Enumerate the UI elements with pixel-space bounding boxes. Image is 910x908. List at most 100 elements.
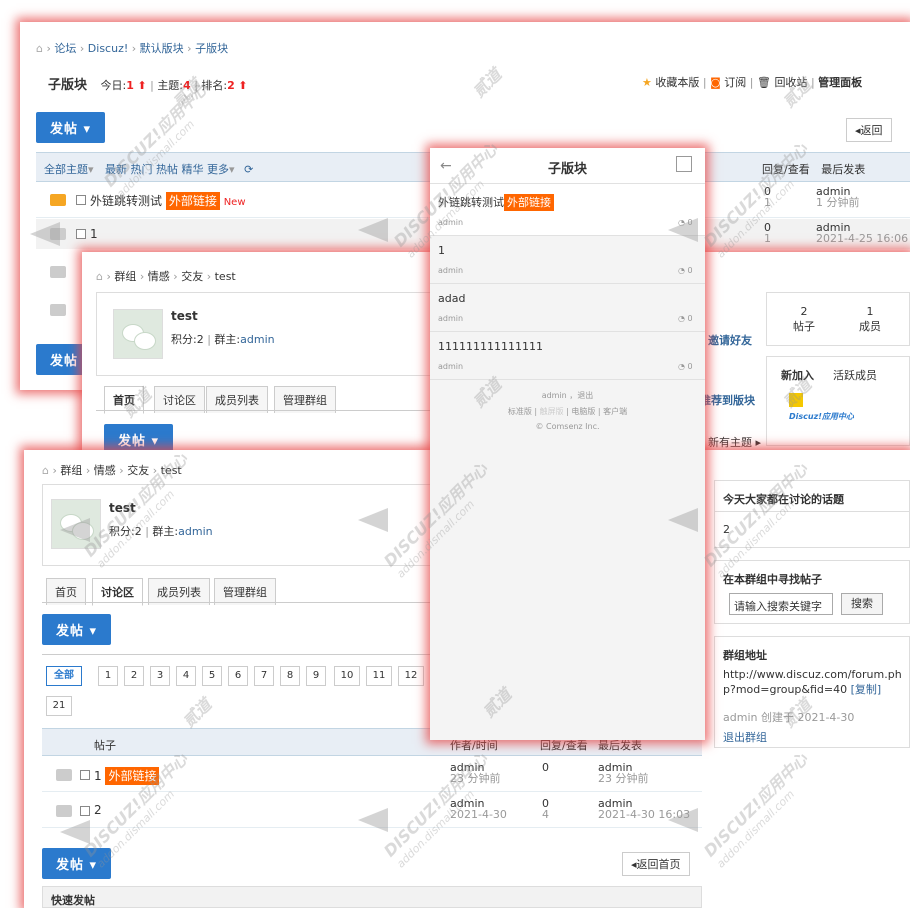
breadcrumb-item[interactable]: 默认版块	[140, 42, 184, 55]
invite-friends[interactable]: 邀请好友	[708, 332, 752, 348]
breadcrumb-item[interactable]: test	[215, 270, 236, 283]
recommend-board[interactable]: 推荐到版块	[700, 392, 755, 408]
page-number[interactable]: 5	[202, 666, 222, 686]
filter-hottest[interactable]: 热帖	[156, 163, 178, 176]
footer-username[interactable]: admin	[542, 391, 567, 400]
search-button[interactable]: 搜索	[841, 593, 883, 615]
logout-link[interactable]: 退出	[577, 391, 593, 400]
page-number[interactable]: 3	[150, 666, 170, 686]
footer-link-pc[interactable]: 电脑版	[571, 407, 595, 416]
thread-checkbox[interactable]	[80, 770, 90, 780]
filter-hot[interactable]: 热门	[131, 163, 153, 176]
page-number[interactable]: 1	[98, 666, 118, 686]
external-link-tag: 外部链接	[504, 194, 554, 211]
hot-topics-title: 今天大家都在讨论的话题	[723, 493, 844, 506]
breadcrumb-item[interactable]: test	[161, 464, 182, 477]
breadcrumb-item[interactable]: 交友	[127, 464, 149, 477]
page-number[interactable]: 7	[254, 666, 274, 686]
post-button-bottom[interactable]: 发帖 ▾	[42, 848, 112, 879]
thread-title[interactable]: 1	[90, 227, 98, 241]
thread-title[interactable]: 外链跳转测试	[90, 194, 162, 208]
filter-digest[interactable]: 精华	[182, 163, 204, 176]
thread-title-wrap: 外链跳转测试 外部链接 New	[90, 192, 246, 210]
owner-link[interactable]: admin	[178, 525, 212, 538]
group-meta: 积分:2 | 群主:admin	[171, 333, 275, 346]
post-button[interactable]: 发帖 ▾	[36, 112, 106, 143]
page-number[interactable]: 9	[306, 666, 326, 686]
thread-checkbox[interactable]	[76, 229, 86, 239]
copy-link[interactable]: [复制]	[851, 683, 882, 696]
owner-link[interactable]: admin	[240, 333, 274, 346]
breadcrumb-item[interactable]: 群组	[114, 270, 136, 283]
post-time: 23 分钟前	[450, 772, 501, 785]
footer-link-client[interactable]: 客户端	[603, 407, 627, 416]
back-home-button[interactable]: ◂返回首页	[622, 852, 690, 876]
list-item[interactable]: adad admin ◔ 0	[430, 284, 705, 332]
subscribe-link[interactable]: 订阅	[724, 76, 746, 89]
stat-posts-value: 2	[800, 305, 808, 318]
refresh-icon[interactable]: ⟳	[244, 163, 253, 176]
folder-icon	[56, 805, 72, 817]
breadcrumb-item[interactable]: Discuz!	[88, 42, 128, 55]
post-button-label: 发帖	[56, 858, 85, 873]
page-all[interactable]: 全部	[46, 666, 82, 686]
page-number[interactable]: 11	[366, 666, 392, 686]
member-avatar[interactable]	[789, 393, 803, 407]
manage-panel-link[interactable]: 管理面板	[818, 76, 862, 89]
item-title: adad	[438, 292, 466, 305]
filter-more[interactable]: 更多	[207, 163, 229, 176]
breadcrumb-item[interactable]: 群组	[60, 464, 82, 477]
list-item[interactable]: 外链跳转测试 外部链接 admin ◔ 0	[430, 184, 705, 236]
new-topic-link[interactable]: 新有主题 ▸	[708, 434, 761, 450]
footer-link-standard[interactable]: 标准版	[508, 407, 532, 416]
thread-title[interactable]: 2	[94, 803, 102, 817]
active-members-tab[interactable]: 活跃成员	[833, 367, 877, 383]
tab-home[interactable]: 首页	[46, 578, 86, 605]
filter-all[interactable]: 全部主题	[44, 163, 88, 176]
list-item[interactable]: 111111111111111 admin ◔ 0	[430, 332, 705, 380]
stat-members: 1 成员	[859, 305, 881, 334]
filter-latest[interactable]: 最新	[105, 163, 127, 176]
thread-checkbox[interactable]	[80, 806, 90, 816]
group-search-box: 在本群组中寻找帖子 请输入搜索关键字 搜索	[714, 560, 910, 624]
page-number[interactable]: 2	[124, 666, 144, 686]
new-join-tab[interactable]: 新加入	[781, 367, 814, 383]
home-icon[interactable]: ⌂	[96, 270, 103, 283]
back-button[interactable]: ◂返回	[846, 118, 892, 142]
tab-discussion[interactable]: 讨论区	[154, 386, 205, 413]
filter-links: 全部主题▾ 最新 热门 热帖 精华 更多▾ ⟳	[44, 163, 254, 176]
breadcrumb-item[interactable]: 情感	[148, 270, 170, 283]
tab-manage[interactable]: 管理群组	[274, 386, 336, 413]
column-headers: 回复/查看 最后发表	[762, 161, 865, 177]
item-replies: ◔ 0	[678, 266, 693, 275]
quit-group-link[interactable]: 退出群组	[723, 729, 767, 745]
home-icon[interactable]: ⌂	[36, 42, 43, 55]
footer-link-touch[interactable]: 触屏版	[540, 407, 564, 416]
post-button[interactable]: 发帖 ▾	[42, 614, 112, 645]
breadcrumb-item[interactable]: 情感	[94, 464, 116, 477]
page-number[interactable]: 4	[176, 666, 196, 686]
tab-members[interactable]: 成员列表	[148, 578, 210, 605]
breadcrumb-item[interactable]: 交友	[181, 270, 203, 283]
page-number[interactable]: 10	[334, 666, 360, 686]
table-row[interactable]: 1 外部链接 admin 23 分钟前 0 admin 23 分钟前	[42, 758, 702, 792]
page-number[interactable]: 21	[46, 696, 72, 716]
breadcrumb-item[interactable]: 论坛	[54, 42, 76, 55]
replies: 0	[542, 761, 549, 774]
list-item[interactable]: 1 admin ◔ 0	[430, 236, 705, 284]
recycle-link[interactable]: 回收站	[774, 76, 807, 89]
thread-title[interactable]: 1	[94, 769, 102, 783]
tab-manage[interactable]: 管理群组	[214, 578, 276, 605]
page-number[interactable]: 12	[398, 666, 424, 686]
new-topic-label: 新有主题	[708, 436, 752, 449]
author-cell: admin 23 分钟前	[450, 762, 501, 784]
favorite-link[interactable]: 收藏本版	[655, 76, 699, 89]
search-input[interactable]: 请输入搜索关键字	[729, 593, 833, 615]
tab-members[interactable]: 成员列表	[206, 386, 268, 413]
page-number[interactable]: 8	[280, 666, 300, 686]
page-number[interactable]: 6	[228, 666, 248, 686]
breadcrumb-item[interactable]: 子版块	[195, 42, 228, 55]
home-icon[interactable]: ⌂	[42, 464, 49, 477]
thread-checkbox[interactable]	[76, 195, 86, 205]
compose-icon[interactable]	[676, 156, 692, 172]
